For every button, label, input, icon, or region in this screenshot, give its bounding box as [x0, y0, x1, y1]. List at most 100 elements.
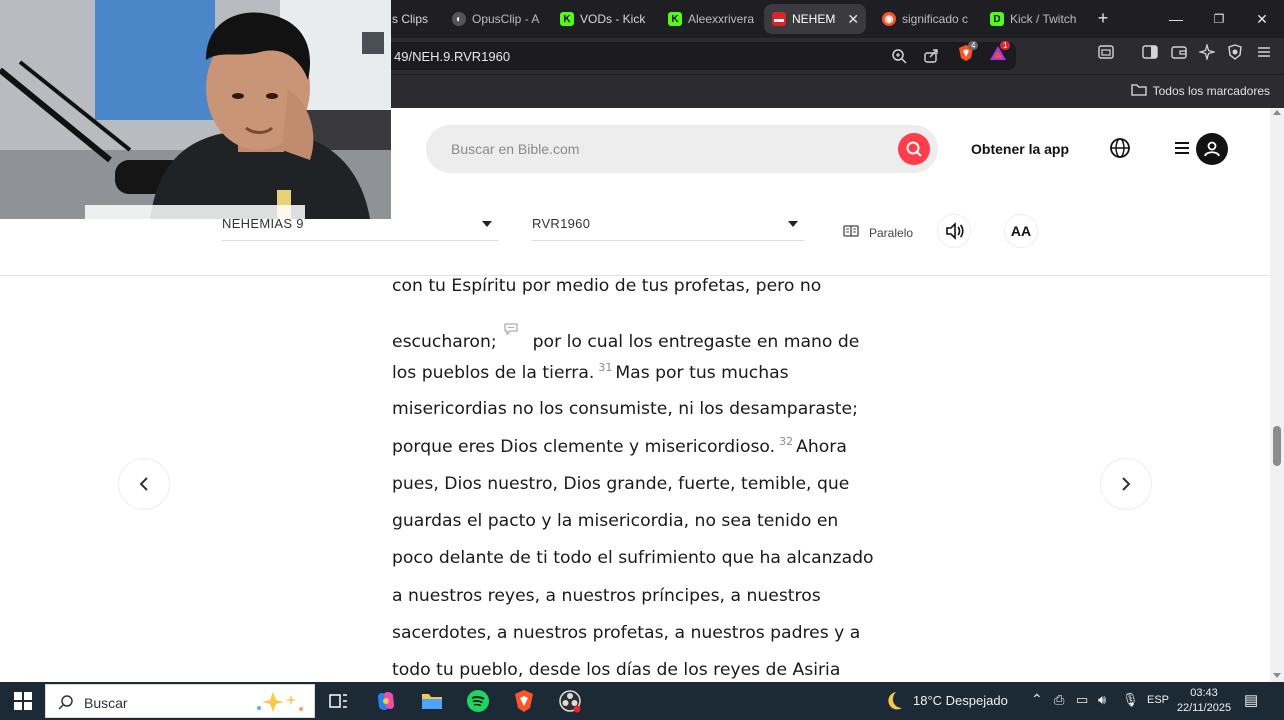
wallet-icon[interactable] — [1170, 44, 1188, 62]
scripture-content: con tu Espíritu por medio de tus profeta… — [0, 276, 1270, 682]
tab-nehemias-active[interactable]: ▬ NEHEM ✕ — [764, 4, 866, 34]
verse-text: con tu Espíritu por medio de tus profeta… — [392, 276, 822, 296]
sidebar-icon[interactable] — [1141, 44, 1159, 62]
note-bubble-icon[interactable] — [503, 323, 519, 335]
tab-label: VODs - Kick — [580, 12, 646, 26]
taskbar-clock[interactable]: 03:43 22/11/2025 — [1172, 686, 1236, 716]
brave-browser-icon[interactable] — [512, 689, 536, 713]
microphone-icon[interactable]: 🎙︎ — [1122, 692, 1139, 708]
file-explorer-icon[interactable] — [420, 689, 444, 713]
sparkle-icon — [251, 689, 307, 720]
verse-text: escucharon; — [392, 332, 497, 352]
network-icon[interactable]: ▭ — [1076, 692, 1088, 708]
windows-start-icon[interactable] — [14, 692, 32, 710]
reader-mode-icon[interactable] — [1097, 44, 1115, 62]
tab-label: Kick / Twitch — [1010, 12, 1077, 26]
obs-icon[interactable] — [558, 689, 582, 713]
scroll-up-icon[interactable] — [1273, 110, 1281, 115]
brave-shields-icon[interactable]: 4 — [957, 41, 979, 62]
verse-text: poco delante de ti todo el sufrimiento q… — [392, 548, 874, 568]
tab-vods-kick[interactable]: K VODs - Kick — [552, 4, 652, 34]
close-tab-icon[interactable]: ✕ — [847, 11, 859, 28]
get-app-link[interactable]: Obtener la app — [971, 141, 1069, 157]
brave-search-favicon-icon: ◉ — [882, 12, 896, 26]
search-icon — [58, 694, 74, 715]
previous-chapter-button[interactable] — [118, 458, 170, 510]
bible-search-input[interactable]: Buscar en Bible.com — [426, 125, 938, 173]
tab-opusclip[interactable]: ◐ OpusClip - A — [444, 4, 548, 34]
kick-favicon-icon: K — [668, 12, 682, 26]
windows-taskbar: Buscar 18°C Despejado ⌃ ⎙ ▭ 🔊︎ 🎙︎ ESP 03… — [0, 682, 1284, 720]
tray-app-icon[interactable]: ⎙ — [1054, 692, 1064, 708]
chevron-up-icon[interactable]: ⌃ — [1031, 691, 1043, 708]
verse-text: todo tu pueblo, desde los días de los re… — [392, 660, 841, 680]
copilot-icon[interactable] — [374, 689, 398, 713]
version-select[interactable]: RVR1960 — [532, 213, 804, 241]
scroll-thumb[interactable] — [1273, 426, 1281, 466]
scroll-down-icon[interactable] — [1273, 673, 1281, 678]
browser-menu-icon[interactable] — [1255, 44, 1273, 62]
search-placeholder: Buscar en Bible.com — [451, 141, 580, 157]
tab-label: s Clips — [392, 12, 429, 26]
audio-button[interactable] — [937, 214, 971, 248]
tab-significado[interactable]: ◉ significado c — [874, 4, 974, 34]
user-avatar-icon[interactable] — [1196, 133, 1228, 165]
search-button[interactable] — [898, 133, 930, 165]
spotify-icon[interactable] — [466, 689, 490, 713]
tab-aleexxrivera[interactable]: K Aleexxrivera — [660, 4, 760, 34]
restore-icon[interactable]: ❐ — [1208, 8, 1230, 30]
next-chapter-button[interactable] — [1100, 458, 1152, 510]
bible-favicon-icon: ▬ — [772, 12, 786, 26]
vpn-icon[interactable] — [1226, 44, 1244, 62]
verse-line: escucharon; por lo cual los entregaste en… — [392, 323, 859, 352]
all-bookmarks-folder[interactable]: Todos los marcadores — [1130, 83, 1270, 99]
new-tab-button[interactable]: + — [1093, 8, 1113, 28]
clock-time: 03:43 — [1190, 687, 1218, 699]
search-icon — [906, 141, 922, 157]
verse-text: Ahora — [796, 437, 847, 457]
clock-date: 22/11/2025 — [1176, 702, 1232, 714]
verse-line: a nuestros reyes, a nuestros príncipes, … — [392, 586, 821, 606]
notifications-icon[interactable]: ▤ — [1244, 691, 1258, 709]
kick-twitch-favicon-icon: D — [990, 12, 1004, 26]
parallel-label: Paralelo — [869, 225, 914, 240]
version-label: RVR1960 — [532, 216, 591, 231]
chevron-down-icon — [482, 221, 492, 227]
chevron-left-icon — [139, 477, 148, 491]
verse-line: todo tu pueblo, desde los días de los re… — [392, 660, 840, 680]
page-scrollbar[interactable] — [1270, 108, 1284, 682]
parallel-toggle[interactable]: Paralelo — [843, 225, 913, 240]
brave-rewards-icon[interactable]: 1 — [989, 41, 1011, 62]
globe-icon[interactable] — [1109, 137, 1131, 159]
verse-line: guardas el pacto y la misericordia, no s… — [392, 511, 838, 531]
language-indicator[interactable]: ESP — [1147, 694, 1169, 706]
bookmarks-folder-label: Todos los marcadores — [1152, 84, 1270, 98]
verse-text: a nuestros reyes, a nuestros príncipes, … — [392, 586, 821, 606]
zoom-icon[interactable] — [890, 48, 908, 66]
leo-ai-icon[interactable] — [1197, 42, 1217, 62]
tab-label: significado c — [902, 12, 969, 26]
verse-number[interactable]: 31 — [598, 361, 612, 374]
tab-label: OpusClip - A — [472, 12, 540, 26]
tab-clips[interactable]: s Clips — [384, 4, 442, 34]
taskbar-search-box[interactable]: Buscar — [45, 684, 315, 718]
url-field[interactable]: 49/NEH.9.RVR1960 — [380, 42, 1016, 70]
volume-icon[interactable]: 🔊︎ — [1098, 692, 1106, 708]
share-icon[interactable] — [922, 48, 940, 66]
verse-text: sacerdotes, a nuestros profetas, a nuest… — [392, 623, 861, 643]
verse-text: porque eres Dios clemente y misericordio… — [392, 437, 776, 457]
verse-text: misericordias no los consumiste, ni los … — [392, 399, 858, 419]
parallel-icon — [843, 225, 859, 240]
close-window-icon[interactable]: ✕ — [1251, 8, 1273, 30]
hamburger-menu-icon[interactable] — [1173, 140, 1191, 156]
folder-icon — [1130, 83, 1147, 99]
minimize-icon[interactable]: ― — [1165, 8, 1187, 30]
verse-line: sacerdotes, a nuestros profetas, a nuest… — [392, 623, 860, 643]
weather-text[interactable]: 18°C Despejado — [913, 693, 1008, 708]
verse-number[interactable]: 32 — [779, 435, 793, 448]
font-size-button[interactable]: AA — [1004, 214, 1038, 248]
opusclip-favicon-icon: ◐ — [452, 12, 466, 26]
verse-text: Mas por tus muchas — [615, 363, 789, 383]
task-view-icon[interactable] — [326, 689, 350, 713]
tab-kick-twitch[interactable]: D Kick / Twitch — [982, 4, 1082, 34]
